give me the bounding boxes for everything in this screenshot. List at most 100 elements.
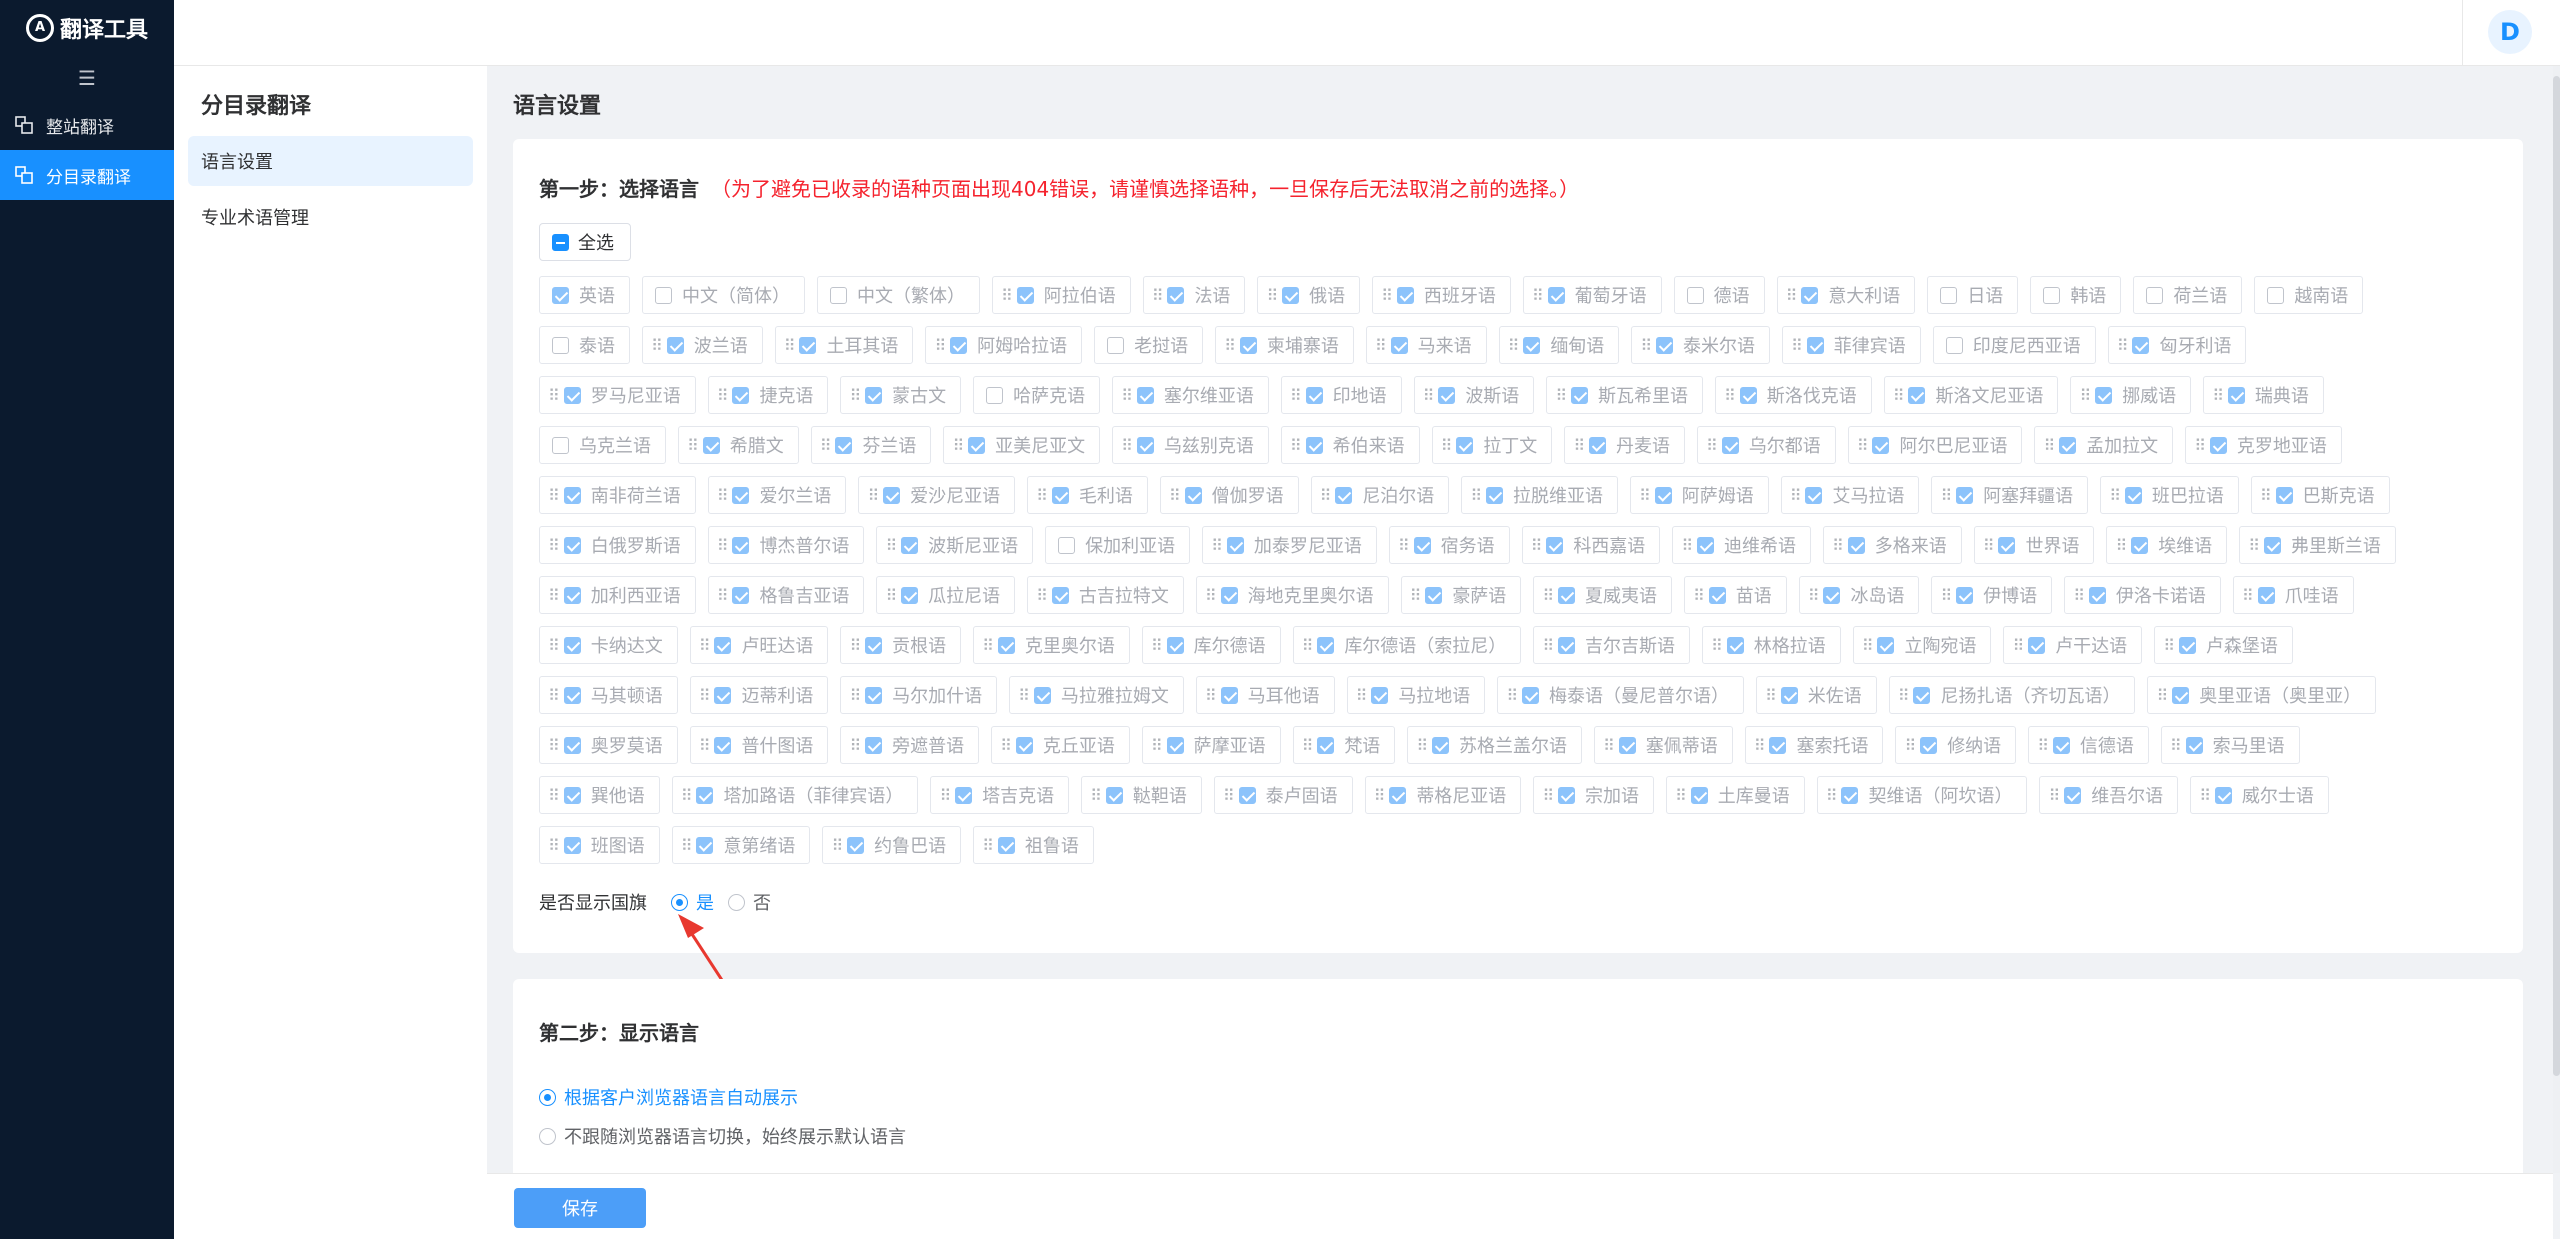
drag-handle-icon[interactable]: ⠿ xyxy=(1375,336,1387,355)
language-checkbox[interactable]: ⠿ 旁遮普语 xyxy=(840,726,980,764)
select-all-checkbox[interactable]: 全选 xyxy=(539,223,631,261)
language-checkbox[interactable]: ⠿ 信德语 xyxy=(2028,726,2149,764)
language-checkbox[interactable]: ⠿ 卢旺达语 xyxy=(689,626,829,664)
drag-handle-icon[interactable]: ⠿ xyxy=(1121,386,1133,405)
drag-handle-icon[interactable]: ⠿ xyxy=(2073,586,2085,605)
language-checkbox[interactable]: ⠿ 土耳其语 xyxy=(774,326,914,364)
drag-handle-icon[interactable]: ⠿ xyxy=(2115,536,2127,555)
drag-handle-icon[interactable]: ⠿ xyxy=(1224,336,1236,355)
drag-handle-icon[interactable]: ⠿ xyxy=(849,736,861,755)
language-checkbox[interactable]: 越南语 xyxy=(2254,276,2364,314)
language-checkbox[interactable]: ⠿ 塞尔维亚语 xyxy=(1112,376,1269,414)
drag-handle-icon[interactable]: ⠿ xyxy=(548,586,560,605)
drag-handle-icon[interactable]: ⠿ xyxy=(2037,736,2049,755)
drag-handle-icon[interactable]: ⠿ xyxy=(982,836,994,855)
drag-handle-icon[interactable]: ⠿ xyxy=(717,386,729,405)
language-checkbox[interactable]: ⠿ 马尔加什语 xyxy=(840,676,998,714)
language-checkbox[interactable]: 保加利亚语 xyxy=(1045,526,1191,564)
language-checkbox[interactable]: ⠿ 库尔德语 xyxy=(1141,626,1281,664)
language-checkbox[interactable]: ⠿ 克丘亚语 xyxy=(991,726,1130,764)
language-checkbox[interactable]: ⠿ 苗语 xyxy=(1684,576,1787,614)
language-checkbox[interactable]: ⠿ 柬埔寨语 xyxy=(1215,326,1354,364)
display-default-radio[interactable]: 不跟随浏览器语言切换，始终展示默认语言 xyxy=(539,1123,906,1149)
language-checkbox[interactable]: ⠿ 格鲁吉亚语 xyxy=(707,576,865,614)
language-checkbox[interactable]: ⠿ 吉尔吉斯语 xyxy=(1533,626,1691,664)
language-checkbox[interactable]: ⠿ 古吉拉特文 xyxy=(1027,576,1184,614)
language-checkbox[interactable]: 中文（简体） xyxy=(642,276,805,314)
drag-handle-icon[interactable]: ⠿ xyxy=(1205,586,1217,605)
drag-handle-icon[interactable]: ⠿ xyxy=(2048,786,2060,805)
language-checkbox[interactable]: ⠿ 马拉地语 xyxy=(1346,676,1486,714)
language-checkbox[interactable]: ⠿ 西班牙语 xyxy=(1372,276,1511,314)
language-checkbox[interactable]: ⠿ 马来语 xyxy=(1365,326,1487,364)
drag-handle-icon[interactable]: ⠿ xyxy=(885,536,897,555)
language-checkbox[interactable]: ⠿ 博杰普尔语 xyxy=(707,526,865,564)
drag-handle-icon[interactable]: ⠿ xyxy=(2194,436,2206,455)
drag-handle-icon[interactable]: ⠿ xyxy=(687,436,699,455)
language-checkbox[interactable]: ⠿ 罗马尼亚语 xyxy=(539,376,696,414)
drag-handle-icon[interactable]: ⠿ xyxy=(699,636,711,655)
drag-handle-icon[interactable]: ⠿ xyxy=(1857,436,1869,455)
language-checkbox[interactable]: ⠿ 宗加语 xyxy=(1533,776,1655,814)
language-checkbox[interactable]: 荷兰语 xyxy=(2133,276,2243,314)
drag-handle-icon[interactable]: ⠿ xyxy=(2199,786,2211,805)
language-checkbox[interactable]: ⠿ 阿萨姆语 xyxy=(1630,476,1769,514)
language-checkbox[interactable]: ⠿ 缅甸语 xyxy=(1498,326,1620,364)
drag-handle-icon[interactable]: ⠿ xyxy=(820,436,832,455)
drag-handle-icon[interactable]: ⠿ xyxy=(548,486,560,505)
drag-handle-icon[interactable]: ⠿ xyxy=(934,336,946,355)
language-checkbox[interactable]: ⠿ 葡萄牙语 xyxy=(1522,276,1662,314)
language-checkbox[interactable]: ⠿ 爱尔兰语 xyxy=(707,476,847,514)
drag-handle-icon[interactable]: ⠿ xyxy=(982,636,994,655)
drag-handle-icon[interactable]: ⠿ xyxy=(885,586,897,605)
language-checkbox[interactable]: ⠿ 南非荷兰语 xyxy=(539,476,696,514)
drag-handle-icon[interactable]: ⠿ xyxy=(1542,636,1554,655)
language-checkbox[interactable]: ⠿ 库尔德语（索拉尼） xyxy=(1292,626,1522,664)
language-checkbox[interactable]: ⠿ 卢森堡语 xyxy=(2154,626,2293,664)
drag-handle-icon[interactable]: ⠿ xyxy=(1151,636,1163,655)
language-checkbox[interactable]: ⠿ 多格来语 xyxy=(1823,526,1962,564)
language-checkbox[interactable]: ⠿ 班图语 xyxy=(539,826,660,864)
drag-handle-icon[interactable]: ⠿ xyxy=(548,736,560,755)
drag-handle-icon[interactable]: ⠿ xyxy=(1151,736,1163,755)
drag-handle-icon[interactable]: ⠿ xyxy=(784,336,796,355)
language-checkbox[interactable]: ⠿ 亚美尼亚文 xyxy=(943,426,1101,464)
drag-handle-icon[interactable]: ⠿ xyxy=(1416,736,1428,755)
menu-collapse-icon[interactable]: ☰ xyxy=(0,55,174,100)
language-checkbox[interactable]: ⠿ 奥里亚语（奥里亚） xyxy=(2147,676,2377,714)
drag-handle-icon[interactable]: ⠿ xyxy=(2163,636,2175,655)
drag-handle-icon[interactable]: ⠿ xyxy=(1724,386,1736,405)
subnav-item-language-settings[interactable]: 语言设置 xyxy=(188,136,473,186)
drag-handle-icon[interactable]: ⠿ xyxy=(1356,686,1368,705)
language-checkbox[interactable]: ⠿ 修纳语 xyxy=(1895,726,2017,764)
language-checkbox[interactable]: 哈萨克语 xyxy=(973,376,1101,414)
language-checkbox[interactable]: ⠿ 爱沙尼亚语 xyxy=(858,476,1016,514)
language-checkbox[interactable]: ⠿ 尼扬扎语（齐切瓦语） xyxy=(1888,676,2136,714)
drag-handle-icon[interactable]: ⠿ xyxy=(2043,436,2055,455)
language-checkbox[interactable]: ⠿ 俄语 xyxy=(1257,276,1361,314)
drag-handle-icon[interactable]: ⠿ xyxy=(2260,486,2272,505)
language-checkbox[interactable]: ⠿ 伊洛卡诺语 xyxy=(2064,576,2221,614)
drag-handle-icon[interactable]: ⠿ xyxy=(1169,486,1181,505)
avatar[interactable]: D xyxy=(2488,10,2532,54)
drag-handle-icon[interactable]: ⠿ xyxy=(1532,286,1544,305)
drag-handle-icon[interactable]: ⠿ xyxy=(831,836,843,855)
drag-handle-icon[interactable]: ⠿ xyxy=(1765,686,1777,705)
language-checkbox[interactable]: ⠿ 鞑靼语 xyxy=(1081,776,1202,814)
language-checkbox[interactable]: ⠿ 孟加拉文 xyxy=(2034,426,2174,464)
drag-handle-icon[interactable]: ⠿ xyxy=(1639,486,1651,505)
language-checkbox[interactable]: ⠿ 迪维希语 xyxy=(1672,526,1812,564)
drag-handle-icon[interactable]: ⠿ xyxy=(1302,636,1314,655)
language-checkbox[interactable]: ⠿ 马耳他语 xyxy=(1195,676,1335,714)
drag-handle-icon[interactable]: ⠿ xyxy=(1205,686,1217,705)
drag-handle-icon[interactable]: ⠿ xyxy=(1381,286,1393,305)
language-checkbox[interactable]: ⠿ 塔吉克语 xyxy=(930,776,1070,814)
language-checkbox[interactable]: ⠿ 豪萨语 xyxy=(1400,576,1522,614)
language-checkbox[interactable]: ⠿ 乌尔都语 xyxy=(1697,426,1836,464)
language-checkbox[interactable]: ⠿ 乌兹别克语 xyxy=(1112,426,1269,464)
drag-handle-icon[interactable]: ⠿ xyxy=(1018,686,1030,705)
drag-handle-icon[interactable]: ⠿ xyxy=(1555,386,1567,405)
language-checkbox[interactable]: ⠿ 菲律宾语 xyxy=(1782,326,1921,364)
drag-handle-icon[interactable]: ⠿ xyxy=(1266,286,1278,305)
sidebar-item-site-translate[interactable]: 整站翻译 xyxy=(0,100,174,150)
